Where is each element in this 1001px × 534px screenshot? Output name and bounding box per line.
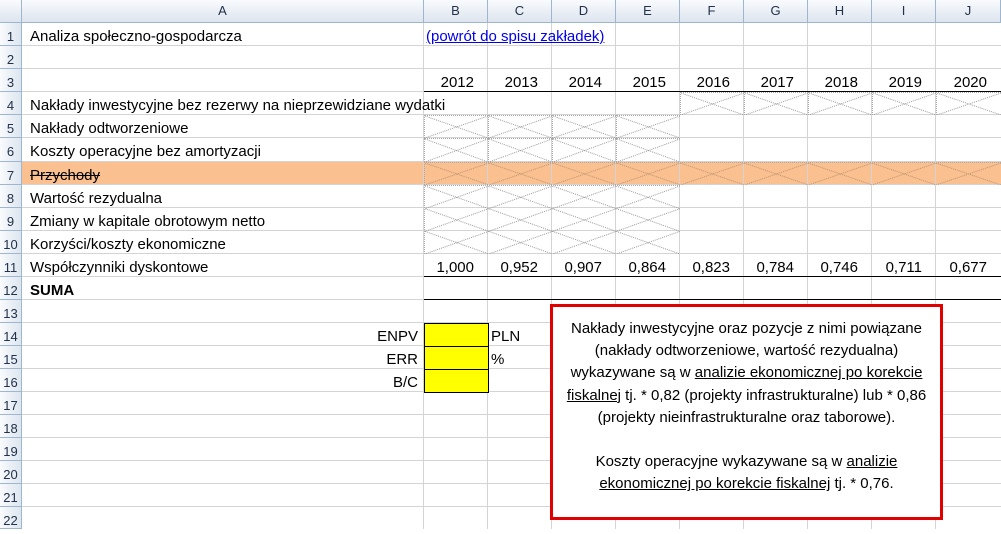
row-header-9[interactable]: 9 xyxy=(0,208,22,231)
row-header-21[interactable]: 21 xyxy=(0,484,22,507)
column-header-b[interactable]: B xyxy=(424,0,488,23)
label-investment-outlays: Nakłady inwestycyjne bez rezerwy na niep… xyxy=(30,97,446,114)
sum-underline xyxy=(424,299,1001,300)
label-economic-benefits-costs: Korzyści/koszty ekonomiczne xyxy=(30,236,226,253)
row-header-16[interactable]: 16 xyxy=(0,369,22,392)
row-header-19[interactable]: 19 xyxy=(0,438,22,461)
label-revenues: Przychody xyxy=(30,167,101,184)
enpv-input-cell[interactable] xyxy=(424,323,489,347)
note-text-2b: tj. * 0,76. xyxy=(830,475,894,493)
err-input-cell[interactable] xyxy=(424,346,489,370)
label-replacement-outlays: Nakłady odtworzeniowe xyxy=(30,120,189,137)
column-header-i[interactable]: I xyxy=(872,0,936,23)
note-text-2a: Koszty operacyjne wykazywane są w xyxy=(595,453,847,471)
row-header-5[interactable]: 5 xyxy=(0,115,22,138)
bc-input-cell[interactable] xyxy=(424,369,489,393)
column-header-e[interactable]: E xyxy=(616,0,680,23)
label-sum: SUMA xyxy=(30,282,75,299)
note-text-1b: tj. * 0,82 (projekty infrastrukturalne) … xyxy=(597,386,927,426)
row-header-10[interactable]: 10 xyxy=(0,231,22,254)
row-header-1[interactable]: 1 xyxy=(0,23,22,46)
column-header-j[interactable]: J xyxy=(936,0,1001,23)
row-header-7[interactable]: 7 xyxy=(0,162,22,185)
label-working-capital-changes: Zmiany w kapitale obrotowym netto xyxy=(30,213,266,230)
row-header-22[interactable]: 22 xyxy=(0,507,22,529)
row-header-12[interactable]: 12 xyxy=(0,277,22,300)
label-operating-costs: Koszty operacyjne bez amortyzacji xyxy=(30,143,261,160)
back-to-index-link-cell: (powrót do spisu zakładek) xyxy=(426,25,604,48)
row-header-4[interactable]: 4 xyxy=(0,92,22,115)
row-header-11[interactable]: 11 xyxy=(0,254,22,277)
column-header-d[interactable]: D xyxy=(552,0,616,23)
discount-underline xyxy=(424,276,1001,277)
fiscal-correction-note[interactable]: Nakłady inwestycyjne oraz pozycje z nimi… xyxy=(550,304,943,520)
row-header-15[interactable]: 15 xyxy=(0,346,22,369)
bc-label: B/C xyxy=(392,374,418,391)
err-label: ERR xyxy=(386,351,418,368)
label-discount-factors: Współczynniki dyskontowe xyxy=(30,259,209,276)
row-header-14[interactable]: 14 xyxy=(0,323,22,346)
column-header-g[interactable]: G xyxy=(744,0,808,23)
column-header-h[interactable]: H xyxy=(808,0,872,23)
years-underline xyxy=(424,91,1001,92)
back-to-index-link[interactable]: (powrót do spisu zakładek) xyxy=(426,28,604,45)
column-header-a[interactable]: A xyxy=(22,0,424,23)
row-header-13[interactable]: 13 xyxy=(0,300,22,323)
column-header-f[interactable]: F xyxy=(680,0,744,23)
row-header-6[interactable]: 6 xyxy=(0,138,22,162)
row-header-2[interactable]: 2 xyxy=(0,46,22,69)
row-header-3[interactable]: 3 xyxy=(0,69,22,92)
err-unit: % xyxy=(491,351,505,368)
column-header-c[interactable]: C xyxy=(488,0,552,23)
row-header-20[interactable]: 20 xyxy=(0,461,22,484)
sheet-title: Analiza społeczno-gospodarcza xyxy=(30,28,242,45)
corner-select-all[interactable] xyxy=(0,0,22,23)
enpv-unit: PLN xyxy=(491,328,521,345)
row-header-18[interactable]: 18 xyxy=(0,415,22,438)
label-residual-value: Wartość rezydualna xyxy=(30,190,162,207)
enpv-label: ENPV xyxy=(377,328,418,345)
row-header-8[interactable]: 8 xyxy=(0,185,22,208)
row-header-17[interactable]: 17 xyxy=(0,392,22,415)
